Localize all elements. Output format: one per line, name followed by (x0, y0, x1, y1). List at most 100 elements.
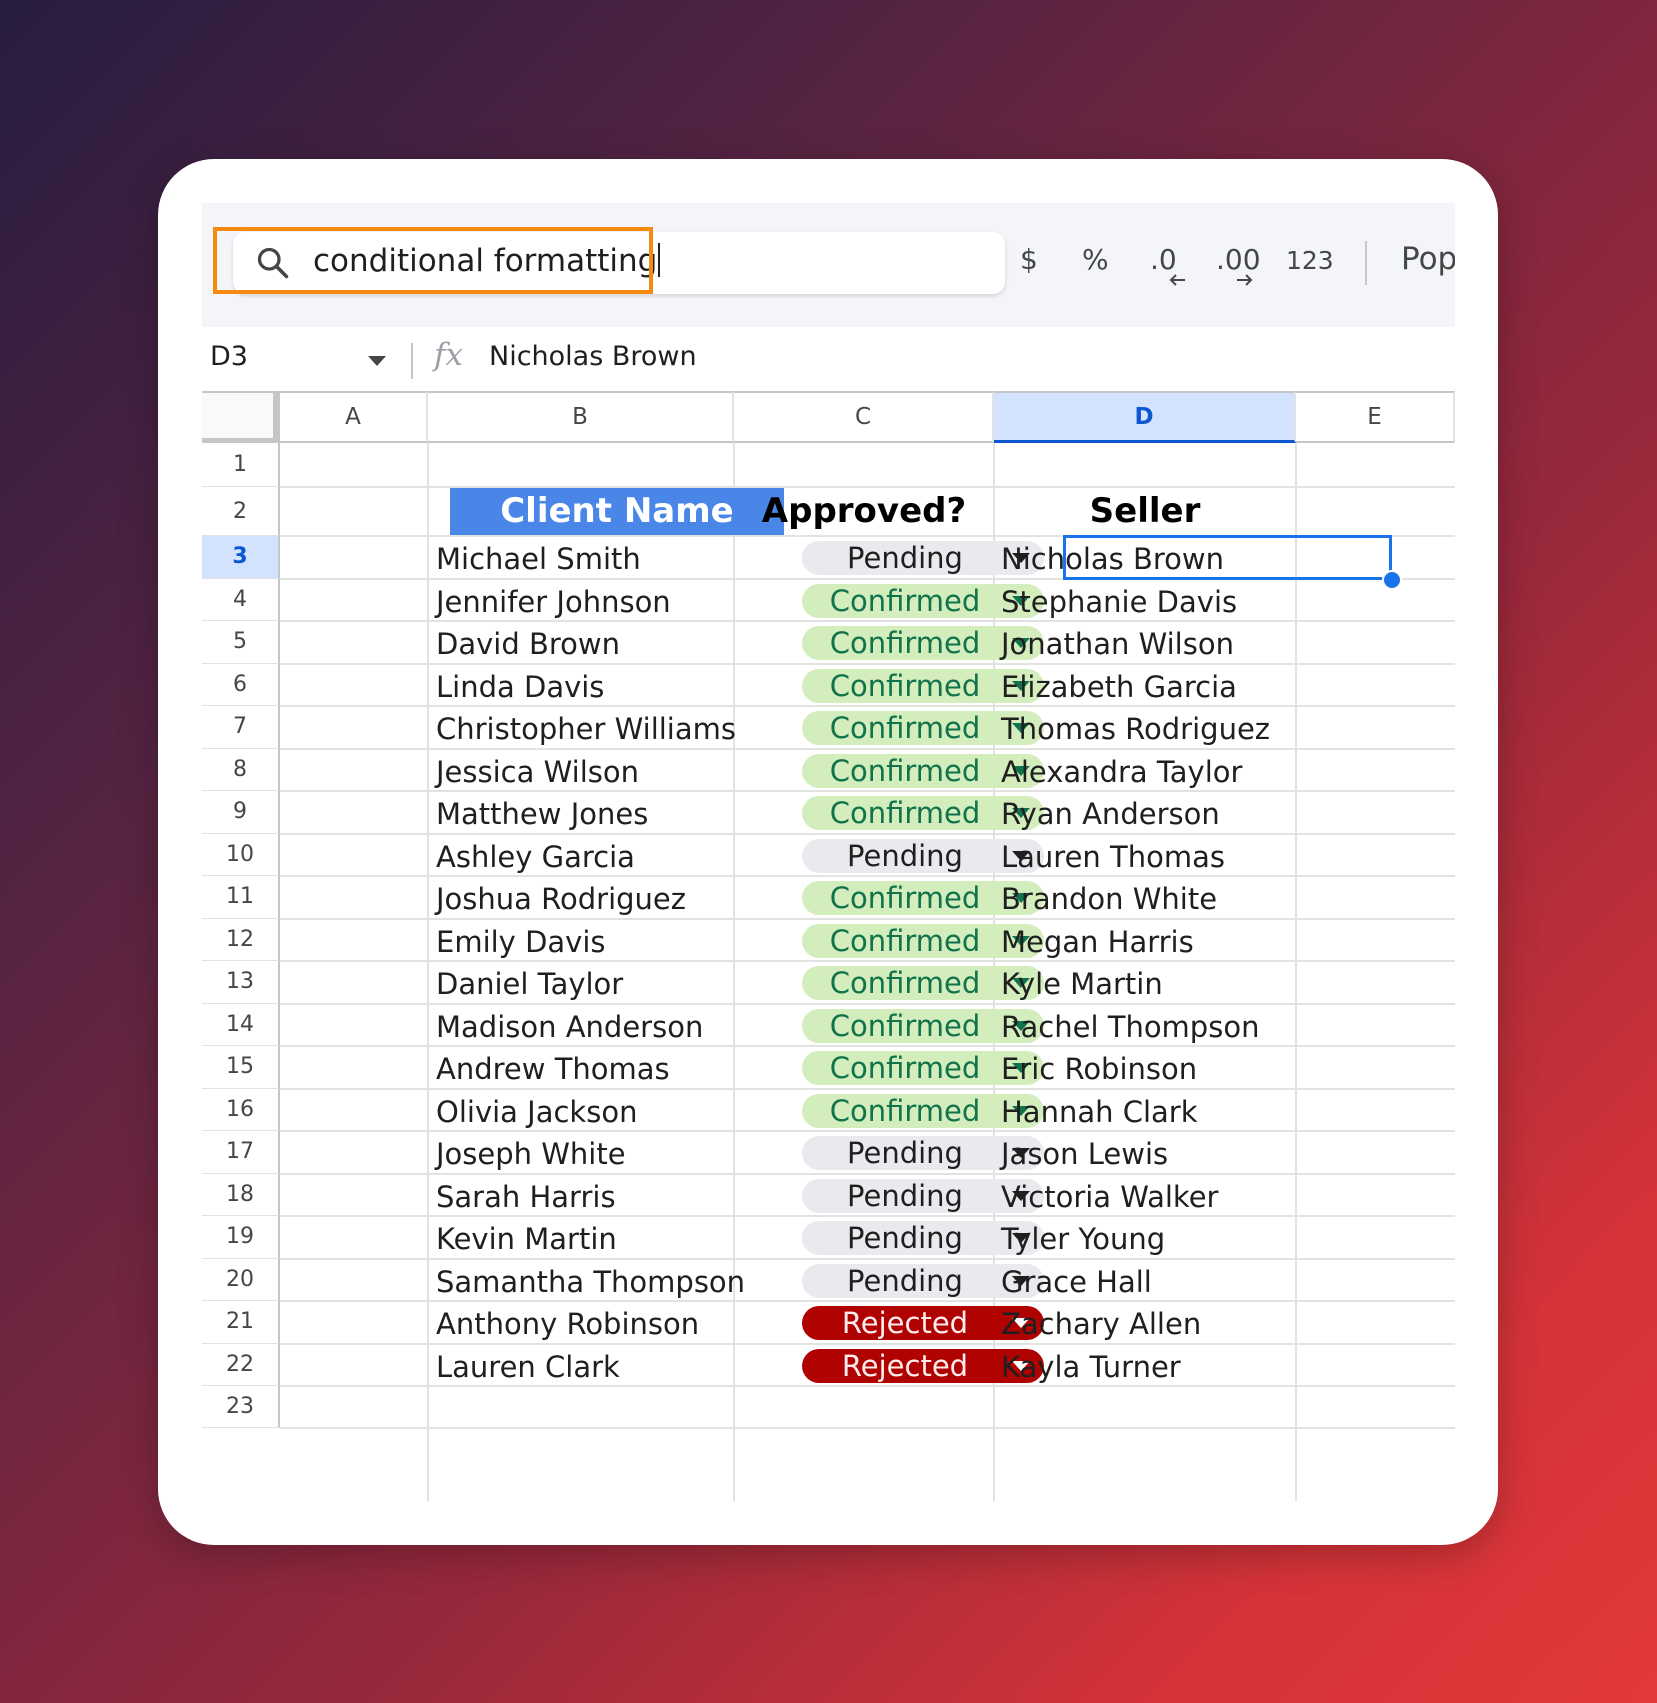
percent-format-button[interactable]: % (1082, 243, 1109, 276)
row-header-1[interactable]: 1 (202, 443, 280, 487)
seller-cell[interactable]: Jonathan Wilson (1001, 623, 1234, 666)
toolbar-divider (1365, 241, 1367, 285)
column-header-a[interactable]: A (280, 391, 428, 443)
seller-cell[interactable]: Ryan Anderson (1001, 793, 1220, 836)
decrease-decimal-button[interactable]: .0 (1150, 243, 1185, 286)
search-highlight-box (213, 227, 653, 294)
seller-cell[interactable]: Eric Robinson (1001, 1048, 1197, 1091)
number-format-button[interactable]: 123 (1286, 246, 1334, 275)
row-header-12[interactable]: 12 (202, 918, 280, 961)
row-header-7[interactable]: 7 (202, 706, 280, 749)
row-header-20[interactable]: 20 (202, 1258, 280, 1301)
client-name-cell[interactable]: David Brown (436, 623, 620, 666)
row-header-16[interactable]: 16 (202, 1088, 280, 1131)
row-header-2[interactable]: 2 (202, 487, 280, 536)
client-name-cell[interactable]: Anthony Robinson (436, 1303, 699, 1346)
row-header-11[interactable]: 11 (202, 876, 280, 919)
seller-cell[interactable]: Lauren Thomas (1001, 836, 1225, 879)
client-name-cell[interactable]: Samantha Thompson (436, 1261, 745, 1304)
name-box[interactable]: D3 (210, 341, 248, 372)
header-approved[interactable]: Approved? (734, 487, 994, 536)
seller-cell[interactable]: Zachary Allen (1001, 1303, 1201, 1346)
seller-cell[interactable]: Stephanie Davis (1001, 581, 1237, 624)
select-all-corner[interactable] (202, 391, 280, 443)
row-header-5[interactable]: 5 (202, 621, 280, 664)
chevron-down-icon[interactable] (368, 356, 386, 366)
seller-cell[interactable]: Thomas Rodriguez (1001, 708, 1270, 751)
client-name-cell[interactable]: Sarah Harris (436, 1176, 616, 1219)
seller-cell[interactable]: Megan Harris (1001, 921, 1194, 964)
row-header-13[interactable]: 13 (202, 961, 280, 1004)
seller-cell[interactable]: Kyle Martin (1001, 963, 1163, 1006)
status-label: Rejected (841, 1348, 969, 1383)
decrease-decimal-label: .0 (1150, 243, 1177, 276)
seller-cell[interactable]: Elizabeth Garcia (1001, 666, 1237, 709)
client-name-cell[interactable]: Lauren Clark (436, 1346, 620, 1389)
seller-cell[interactable]: Tyler Young (1001, 1218, 1165, 1261)
row-header-14[interactable]: 14 (202, 1003, 280, 1046)
increase-decimal-button[interactable]: .00 (1216, 243, 1261, 286)
row-header-22[interactable]: 22 (202, 1343, 280, 1386)
status-label: Confirmed (829, 881, 981, 916)
row-header-18[interactable]: 18 (202, 1173, 280, 1216)
sheet-grid: A B C D E 1 2 3 4 5 6 7 8 9 10 11 12 13 14 15 16 17 18 19 20 21 22… (202, 391, 1455, 1501)
row-header-10[interactable]: 10 (202, 833, 280, 876)
column-header-e[interactable]: E (1296, 391, 1455, 443)
client-name-cell[interactable]: Kevin Martin (436, 1218, 617, 1261)
client-name-cell[interactable]: Jessica Wilson (436, 751, 639, 794)
row-header-23[interactable]: 23 (202, 1386, 280, 1428)
row-header-19[interactable]: 19 (202, 1216, 280, 1259)
row-header-8[interactable]: 8 (202, 748, 280, 791)
row-header-6[interactable]: 6 (202, 663, 280, 706)
status-label: Rejected (841, 1306, 969, 1341)
client-name-cell[interactable]: Joshua Rodriguez (436, 878, 686, 921)
currency-format-button[interactable]: $ (1020, 243, 1038, 276)
header-seller[interactable]: Seller (994, 487, 1296, 536)
row-header-3[interactable]: 3 (202, 536, 280, 579)
seller-cell[interactable]: Alexandra Taylor (1001, 751, 1242, 794)
screenshot-card: conditional formatting $ % .0 .00 123 Po… (158, 159, 1498, 1545)
status-label: Confirmed (829, 966, 981, 1001)
status-label: Confirmed (829, 668, 981, 703)
column-header-b[interactable]: B (428, 391, 734, 443)
fill-handle[interactable] (1382, 569, 1402, 590)
status-label: Pending (847, 838, 963, 873)
toolbar: conditional formatting $ % .0 .00 123 Po… (202, 203, 1455, 327)
column-header-d[interactable]: D (994, 391, 1296, 443)
row-header-4[interactable]: 4 (202, 578, 280, 621)
row-header-9[interactable]: 9 (202, 791, 280, 834)
client-name-cell[interactable]: Christopher Williams (436, 708, 736, 751)
client-name-cell[interactable]: Jennifer Johnson (436, 581, 671, 624)
client-name-cell[interactable]: Emily Davis (436, 921, 606, 964)
client-name-cell[interactable]: Michael Smith (436, 538, 641, 581)
seller-cell[interactable]: Jason Lewis (1001, 1133, 1168, 1176)
row-header-15[interactable]: 15 (202, 1046, 280, 1089)
client-name-cell[interactable]: Olivia Jackson (436, 1091, 637, 1134)
client-name-cell[interactable]: Ashley Garcia (436, 836, 635, 879)
seller-cell[interactable]: Kayla Turner (1001, 1346, 1181, 1389)
client-name-cell[interactable]: Linda Davis (436, 666, 604, 709)
formula-input[interactable]: Nicholas Brown (489, 341, 697, 372)
status-label: Pending (847, 1178, 963, 1213)
seller-cell[interactable]: Rachel Thompson (1001, 1006, 1259, 1049)
row-header-17[interactable]: 17 (202, 1131, 280, 1174)
seller-cell[interactable]: Brandon White (1001, 878, 1217, 921)
client-name-cell[interactable]: Andrew Thomas (436, 1048, 670, 1091)
status-label: Pending (847, 541, 963, 576)
client-name-cell[interactable]: Madison Anderson (436, 1006, 703, 1049)
status-label: Confirmed (829, 583, 981, 618)
row-header-21[interactable]: 21 (202, 1301, 280, 1344)
status-label: Pending (847, 1263, 963, 1298)
formula-bar-divider (411, 343, 413, 379)
status-label: Confirmed (829, 753, 981, 788)
seller-cell[interactable]: Victoria Walker (1001, 1176, 1218, 1219)
seller-cell[interactable]: Grace Hall (1001, 1261, 1152, 1304)
font-family-dropdown[interactable]: Pop (1401, 241, 1455, 277)
seller-cell[interactable]: Hannah Clark (1001, 1091, 1198, 1134)
client-name-cell[interactable]: Matthew Jones (436, 793, 648, 836)
column-header-c[interactable]: C (734, 391, 994, 443)
status-label: Confirmed (829, 626, 981, 661)
client-name-cell[interactable]: Daniel Taylor (436, 963, 623, 1006)
client-name-cell[interactable]: Joseph White (436, 1133, 626, 1176)
status-label: Confirmed (829, 711, 981, 746)
